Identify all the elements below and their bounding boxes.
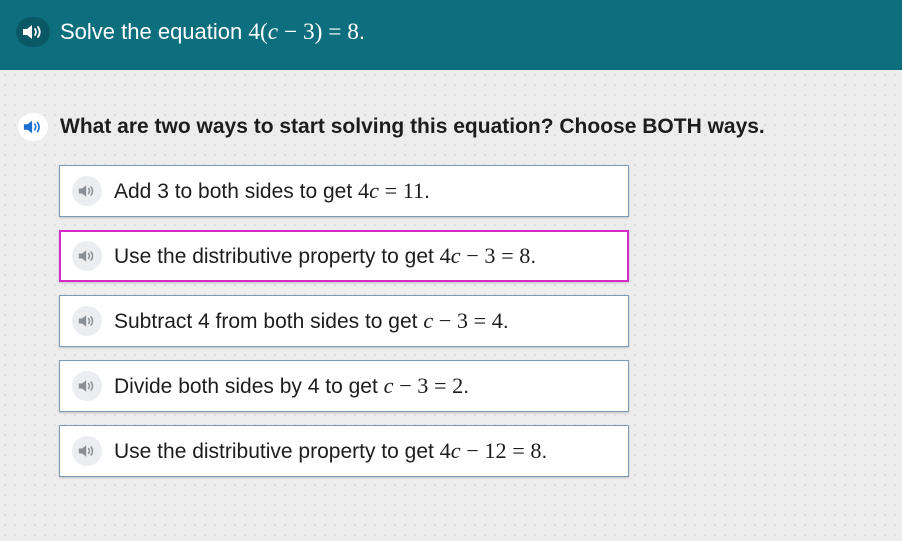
choice-period: .	[530, 245, 537, 268]
choice-text: Divide both sides by 4 to get c − 3 = 2.	[114, 372, 469, 401]
answer-choices: Add 3 to both sides to get 4c = 11. Use …	[59, 165, 629, 490]
prompt-text: Solve the equation 4(c − 3) = 8.	[60, 17, 365, 47]
choice-label: Divide both sides by 4 to get	[114, 375, 384, 398]
question-text: What are two ways to start solving this …	[60, 115, 765, 138]
header-speaker-button[interactable]	[16, 17, 50, 47]
choice-period: .	[463, 375, 470, 398]
choice-equation: 4c − 12 = 8	[439, 438, 542, 463]
choice-text: Use the distributive property to get 4c …	[114, 437, 547, 466]
answer-choice-3[interactable]: Subtract 4 from both sides to get c − 3 …	[59, 295, 629, 347]
question-speaker-button[interactable]	[18, 113, 48, 141]
choice-label: Subtract 4 from both sides to get	[114, 310, 424, 333]
answer-choice-1[interactable]: Add 3 to both sides to get 4c = 11.	[59, 165, 629, 217]
speaker-icon	[23, 25, 41, 39]
choice-speaker-button[interactable]	[72, 371, 102, 401]
prompt-header: Solve the equation 4(c − 3) = 8.	[0, 0, 902, 70]
answer-choice-5[interactable]: Use the distributive property to get 4c …	[59, 425, 629, 477]
answer-choice-2[interactable]: Use the distributive property to get 4c …	[59, 230, 629, 282]
choice-speaker-button[interactable]	[72, 436, 102, 466]
answer-choice-4[interactable]: Divide both sides by 4 to get c − 3 = 2.	[59, 360, 629, 412]
prompt-label: Solve the equation	[60, 19, 249, 44]
choice-text: Add 3 to both sides to get 4c = 11.	[114, 177, 430, 206]
choice-speaker-button[interactable]	[72, 176, 102, 206]
choice-equation: c − 3 = 4	[423, 308, 503, 333]
choice-label: Add 3 to both sides to get	[114, 180, 359, 203]
choice-period: .	[502, 310, 509, 333]
choice-text: Subtract 4 from both sides to get c − 3 …	[114, 307, 509, 336]
choice-speaker-button[interactable]	[72, 306, 102, 336]
speaker-icon	[78, 185, 94, 197]
choice-label: Use the distributive property to get	[114, 245, 440, 268]
choice-label: Use the distributive property to get	[114, 440, 440, 463]
choice-period: .	[541, 440, 548, 463]
choice-text: Use the distributive property to get 4c …	[114, 242, 536, 271]
choice-equation: c − 3 = 2	[383, 373, 464, 398]
prompt-equation: 4(c − 3) = 8	[248, 19, 359, 45]
speaker-icon	[78, 315, 94, 327]
choice-equation: 4c − 3 = 8	[439, 243, 531, 268]
choice-speaker-button[interactable]	[72, 241, 102, 271]
speaker-icon	[78, 380, 94, 392]
choice-period: .	[424, 180, 430, 203]
prompt-period: .	[358, 19, 365, 44]
speaker-icon	[78, 445, 94, 457]
speaker-icon	[23, 120, 40, 134]
speaker-icon	[78, 250, 94, 262]
choice-equation: 4c = 11	[358, 178, 425, 203]
